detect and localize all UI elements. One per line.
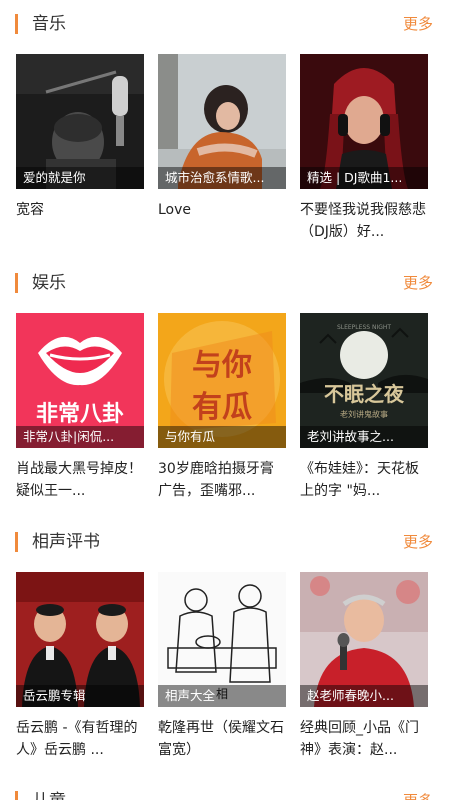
cover-art-subtext: SLEEPLESS NIGHT bbox=[337, 324, 391, 331]
section-accent-bar bbox=[15, 791, 18, 800]
album-overlay-label: 赵老师春晚小... bbox=[300, 685, 428, 707]
card-title: 宽容 bbox=[16, 202, 44, 218]
album-overlay-label: 非常八卦|闲侃... bbox=[16, 426, 144, 448]
album-overlay-label: 精选 | DJ歌曲1... bbox=[300, 167, 428, 189]
card-title: Love bbox=[158, 202, 192, 218]
album-overlay-label: 城市治愈系情歌... bbox=[158, 167, 286, 189]
album-card[interactable]: 非常八卦 非常八卦|闲侃... 肖战最大黑号掉皮！疑似王一... bbox=[16, 313, 144, 502]
album-cover: 爱的就是你 bbox=[16, 54, 144, 189]
album-cover: 相 相声大全 bbox=[158, 572, 286, 707]
section-music: 音乐 更多 爱的就是你 宽容 城市治愈系情歌... Love 精选 | DJ歌曲… bbox=[0, 14, 450, 240]
section-accent-bar bbox=[15, 14, 18, 34]
section-entertainment: 娱乐 更多 非常八卦 非常八卦|闲侃... 肖战最大黑号掉皮！疑似王一... 与… bbox=[0, 273, 450, 499]
album-card[interactable]: 赵老师春晚小... 经典回顾_小品《门神》表演：赵... bbox=[300, 572, 428, 761]
card-title: 不要怪我说我假慈悲（DJ版）好... bbox=[300, 202, 426, 240]
album-cover: 与你 有瓜 与你有瓜 bbox=[158, 313, 286, 448]
album-overlay-label: 岳云鹏专辑 bbox=[16, 685, 144, 707]
section-header: 相声评书 更多 bbox=[0, 532, 450, 572]
card-row: 岳云鹏专辑 岳云鹏 -《有哲理的人》岳云鹏 ... 相 相声大全 乾隆再世（侯耀… bbox=[0, 572, 450, 772]
album-overlay-label: 爱的就是你 bbox=[16, 167, 144, 189]
more-link[interactable]: 更多 bbox=[403, 271, 433, 295]
section-header: 儿童 更多 bbox=[0, 791, 450, 800]
section-crosstalk: 相声评书 更多 岳云鹏专辑 岳云鹏 -《有哲理的人》岳云鹏 ... 相 相声大全… bbox=[0, 532, 450, 758]
album-cover: 岳云鹏专辑 bbox=[16, 572, 144, 707]
album-cover: 城市治愈系情歌... bbox=[158, 54, 286, 189]
album-cover: 赵老师春晚小... bbox=[300, 572, 428, 707]
album-cover: 不眠之夜 SLEEPLESS NIGHT 老刘讲鬼故事 老刘讲故事之... bbox=[300, 313, 428, 448]
album-card[interactable]: 精选 | DJ歌曲1... 不要怪我说我假慈悲（DJ版）好... bbox=[300, 54, 428, 243]
card-row: 爱的就是你 宽容 城市治愈系情歌... Love 精选 | DJ歌曲1... 不… bbox=[0, 54, 450, 254]
cover-art-subtext: 老刘讲鬼故事 bbox=[340, 409, 388, 419]
album-cover: 精选 | DJ歌曲1... bbox=[300, 54, 428, 189]
card-row: 非常八卦 非常八卦|闲侃... 肖战最大黑号掉皮！疑似王一... 与你 有瓜 与… bbox=[0, 313, 450, 513]
section-kids: 儿童 更多 bbox=[0, 791, 450, 800]
card-title: 乾隆再世（侯耀文石富宽） bbox=[158, 720, 284, 758]
card-title: 经典回顾_小品《门神》表演：赵... bbox=[300, 720, 419, 758]
section-title: 儿童 bbox=[32, 789, 66, 800]
cover-art-text: 不眠之夜 bbox=[324, 382, 405, 406]
cover-art-text: 非常八卦 bbox=[36, 401, 124, 427]
more-link[interactable]: 更多 bbox=[403, 530, 433, 554]
card-title: 30岁鹿晗拍摄牙膏广告，歪嘴邪... bbox=[158, 461, 274, 499]
section-title: 相声评书 bbox=[32, 532, 100, 552]
more-link[interactable]: 更多 bbox=[403, 789, 433, 800]
section-header: 音乐 更多 bbox=[0, 14, 450, 54]
album-cover: 非常八卦 非常八卦|闲侃... bbox=[16, 313, 144, 448]
album-overlay-label: 与你有瓜 bbox=[158, 426, 286, 448]
card-title: 岳云鹏 -《有哲理的人》岳云鹏 ... bbox=[16, 720, 138, 758]
more-link[interactable]: 更多 bbox=[403, 12, 433, 36]
album-card[interactable]: 相 相声大全 乾隆再世（侯耀文石富宽） bbox=[158, 572, 286, 761]
svg-text:有瓜: 有瓜 bbox=[192, 390, 252, 425]
album-card[interactable]: 不眠之夜 SLEEPLESS NIGHT 老刘讲鬼故事 老刘讲故事之... 《布… bbox=[300, 313, 428, 502]
album-overlay-label: 老刘讲故事之... bbox=[300, 426, 428, 448]
section-title: 娱乐 bbox=[32, 273, 66, 293]
section-header: 娱乐 更多 bbox=[0, 273, 450, 313]
section-accent-bar bbox=[15, 273, 18, 293]
album-card[interactable]: 爱的就是你 宽容 bbox=[16, 54, 144, 221]
section-title: 音乐 bbox=[32, 14, 66, 34]
album-card[interactable]: 与你 有瓜 与你有瓜 30岁鹿晗拍摄牙膏广告，歪嘴邪... bbox=[158, 313, 286, 502]
section-accent-bar bbox=[15, 532, 18, 552]
album-overlay-label: 相声大全 bbox=[158, 685, 286, 707]
album-card[interactable]: 岳云鹏专辑 岳云鹏 -《有哲理的人》岳云鹏 ... bbox=[16, 572, 144, 761]
card-title: 肖战最大黑号掉皮！疑似王一... bbox=[16, 461, 142, 499]
svg-text:与你: 与你 bbox=[192, 348, 252, 383]
card-title: 《布娃娃》：天花板上的字 "妈... bbox=[300, 461, 419, 499]
album-card[interactable]: 城市治愈系情歌... Love bbox=[158, 54, 286, 221]
